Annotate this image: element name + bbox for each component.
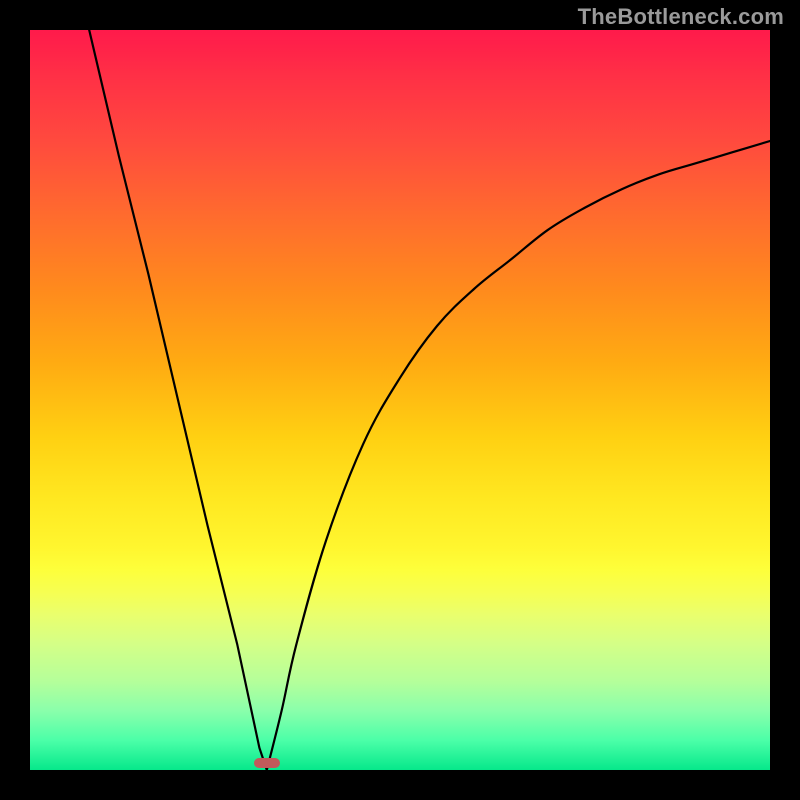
plot-area [30,30,770,770]
minimum-marker-icon [254,758,280,768]
curve-path [89,30,770,770]
bottleneck-curve [30,30,770,770]
watermark-text: TheBottleneck.com [578,4,784,30]
chart-frame: TheBottleneck.com [0,0,800,800]
